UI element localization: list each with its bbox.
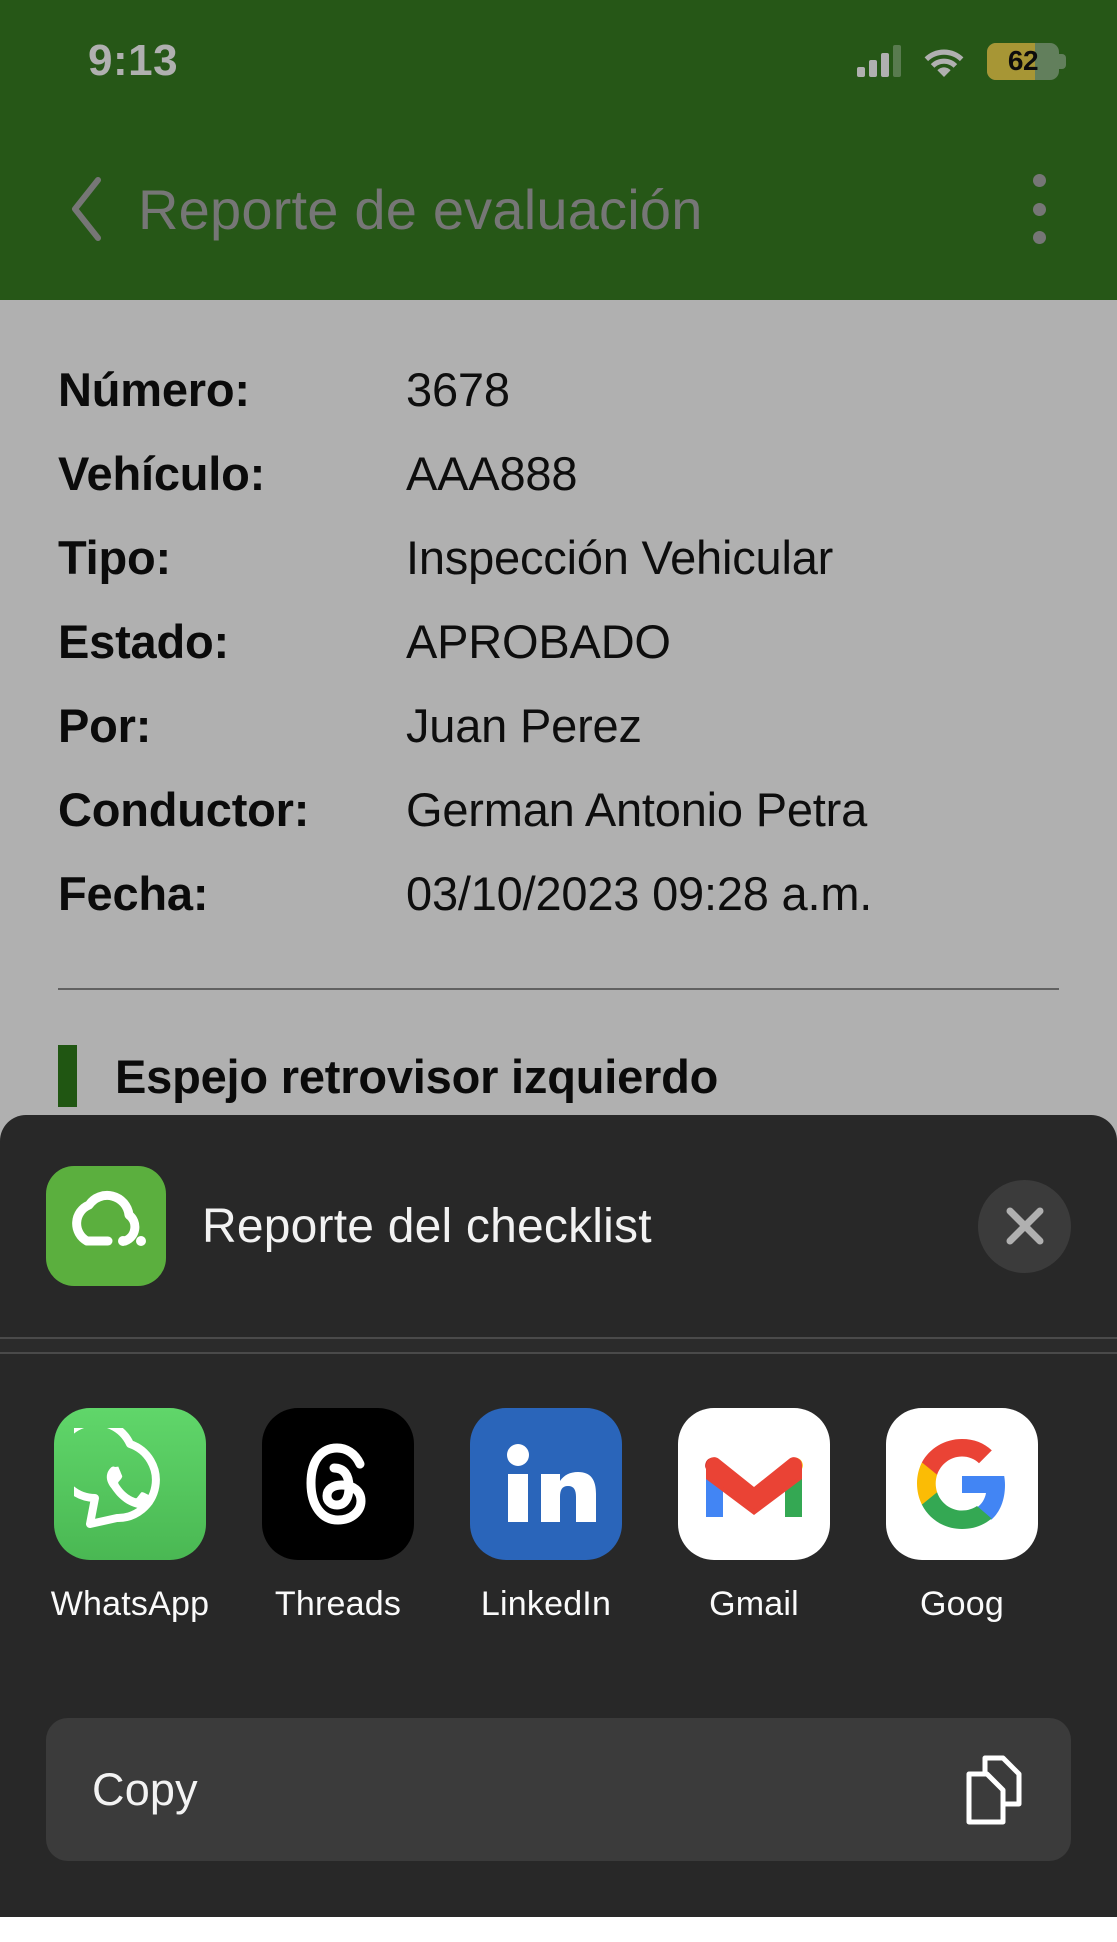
- sheet-gap: [0, 1339, 1117, 1352]
- detail-value: APROBADO: [406, 615, 671, 668]
- detail-value: Inspección Vehicular: [406, 531, 834, 584]
- share-target-label: LinkedIn: [480, 1585, 612, 1623]
- detail-label: Tipo:: [58, 531, 171, 584]
- detail-row: Tipo: Inspección Vehicular: [58, 530, 1059, 614]
- status-icons: 62: [857, 42, 1066, 80]
- more-vertical-icon: [1032, 202, 1046, 216]
- linkedin-icon: [470, 1408, 622, 1560]
- chevron-left-icon: [72, 177, 101, 241]
- detail-row: Fecha: 03/10/2023 09:28 a.m.: [58, 866, 1059, 950]
- page-title: Reporte de evaluación: [138, 177, 703, 241]
- detail-label: Estado:: [58, 615, 229, 668]
- copy-action-label: Copy: [92, 1763, 198, 1815]
- detail-row: Por: Juan Perez: [58, 698, 1059, 782]
- checklist-item[interactable]: Espejo retrovisor izquierdo: [58, 1034, 1059, 1118]
- detail-value: 3678: [406, 363, 510, 416]
- share-target-label: Threads: [274, 1585, 402, 1623]
- share-target-gmail[interactable]: Gmail: [650, 1408, 858, 1624]
- detail-label: Fecha:: [58, 867, 209, 920]
- share-sheet-title: Reporte del checklist: [202, 1199, 652, 1253]
- detail-value: Juan Perez: [406, 699, 642, 752]
- share-target-threads[interactable]: Threads: [234, 1408, 442, 1624]
- share-target-linkedin[interactable]: LinkedIn: [442, 1408, 650, 1624]
- share-target-label: Goog: [920, 1585, 1004, 1623]
- detail-value: AAA888: [406, 447, 578, 500]
- close-icon: [1006, 1207, 1043, 1245]
- copy-documents-icon: [966, 1755, 1022, 1824]
- detail-row: Estado: APROBADO: [58, 614, 1059, 698]
- status-accent-bar: [58, 1045, 77, 1107]
- gmail-icon: [678, 1408, 830, 1560]
- share-target-list[interactable]: WhatsApp Threads LinkedIn Gmail Goog: [0, 1354, 1117, 1684]
- share-target-google[interactable]: Goog: [858, 1408, 1066, 1624]
- checklist-section: Espejo retrovisor izquierdo: [58, 1034, 1059, 1118]
- app-bar: Reporte de evaluación: [0, 118, 1117, 300]
- more-vertical-icon: [1032, 231, 1046, 244]
- threads-icon: [262, 1408, 414, 1560]
- checklist-item-label: Espejo retrovisor izquierdo: [115, 1049, 719, 1103]
- detail-value: German Antonio Petra: [406, 783, 868, 836]
- more-vertical-icon: [1032, 174, 1046, 187]
- share-target-whatsapp[interactable]: WhatsApp: [26, 1408, 234, 1624]
- status-time: 9:13: [88, 36, 179, 85]
- back-button[interactable]: [54, 173, 120, 245]
- overflow-menu-button[interactable]: [1007, 166, 1071, 252]
- phone-screen: 9:13 62 Reporte de evaluación Número: 36…: [0, 0, 1117, 1942]
- detail-label: Número:: [58, 363, 250, 416]
- share-target-label: WhatsApp: [50, 1585, 210, 1623]
- detail-label: Conductor:: [58, 783, 310, 836]
- report-details: Número: 3678 Vehículo: AAA888 Tipo: Insp…: [58, 362, 1059, 950]
- share-sheet-header: Reporte del checklist: [0, 1115, 1117, 1337]
- battery-level: 62: [1007, 45, 1039, 76]
- status-bar: 9:13 62: [0, 0, 1117, 118]
- detail-row: Número: 3678: [58, 362, 1059, 446]
- whatsapp-icon: [54, 1408, 206, 1560]
- share-target-label: Gmail: [709, 1585, 799, 1623]
- detail-value: 03/10/2023 09:28 a.m.: [406, 867, 873, 920]
- section-divider: [58, 988, 1059, 990]
- copy-action-row[interactable]: Copy: [46, 1718, 1071, 1861]
- detail-label: Por:: [58, 699, 152, 752]
- detail-row: Vehículo: AAA888: [58, 446, 1059, 530]
- close-button[interactable]: [978, 1179, 1071, 1273]
- battery-saver-icon: 62: [987, 42, 1066, 80]
- signal-bars-icon: [857, 45, 901, 77]
- cloud-checklist-app-icon: [46, 1166, 166, 1286]
- detail-row: Conductor: German Antonio Petra: [58, 782, 1059, 866]
- wifi-icon: [924, 49, 964, 77]
- home-indicator-area: [0, 1917, 1117, 1942]
- copy-action-wrap: Copy: [46, 1718, 1071, 1861]
- detail-label: Vehículo:: [58, 447, 266, 500]
- google-icon: [886, 1408, 1038, 1560]
- share-sheet: Reporte del checklist WhatsApp Threads L…: [0, 1115, 1117, 1917]
